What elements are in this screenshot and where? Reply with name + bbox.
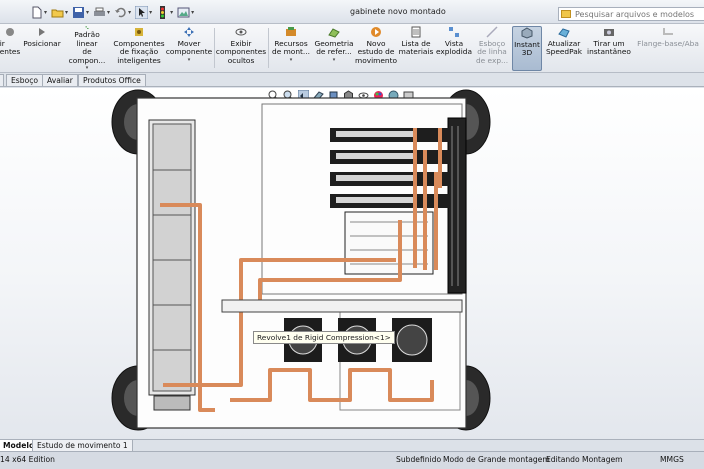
exploded-view-label: Vista explodida: [435, 39, 473, 57]
explode-line-sketch-label: Esboço de linha de exp...: [475, 39, 509, 65]
smart-fasteners-button-label: Componentes de fixação inteligentes: [113, 39, 165, 65]
radiator: [148, 119, 196, 411]
new-motion-study-label: Novo estudo de movimento: [355, 39, 397, 65]
position-button-label: Posicionar: [23, 39, 61, 48]
status-mode: Modo de Grande montagem: [443, 455, 550, 464]
base-flange-icon: [663, 28, 673, 35]
status-editing: Editando Montagem: [546, 455, 623, 464]
take-snapshot-label: Tirar um instantâneo: [587, 39, 631, 57]
chevron-down-icon[interactable]: ▾: [170, 9, 173, 16]
snapshot-icon: [604, 29, 614, 36]
explode-line-sketch-button[interactable]: Esboço de linha de exp...: [474, 26, 510, 71]
chevron-down-icon[interactable]: ▾: [107, 9, 110, 16]
tab-evaluate[interactable]: Avaliar: [42, 74, 78, 86]
new-document-icon[interactable]: [30, 6, 43, 19]
update-speedpak-label: Atualizar SpeedPak: [545, 39, 583, 57]
bill-of-materials-label: Lista de materiais: [398, 39, 434, 57]
status-units[interactable]: MMGS: [660, 455, 684, 464]
separator: [268, 28, 269, 68]
show-hidden-icon: [235, 28, 247, 36]
chevron-down-icon[interactable]: ▾: [86, 9, 89, 16]
show-hidden-components-label: Exibir componentes ocultos: [215, 39, 267, 65]
print-icon[interactable]: [93, 6, 106, 19]
search-box[interactable]: [558, 7, 704, 21]
linear-pattern-button-label: Padrão linear de compon...: [68, 30, 106, 65]
status-edition: 14 x64 Edition: [0, 455, 55, 464]
status-definition: Subdefinido: [396, 455, 442, 464]
show-hidden-components-button[interactable]: Exibir componentes ocultos: [216, 26, 266, 71]
chevron-down-icon[interactable]: ▾: [290, 57, 293, 63]
instant3d-label: Instant 3D: [514, 40, 540, 58]
save-icon[interactable]: [72, 6, 85, 19]
chevron-down-icon[interactable]: ▾: [188, 57, 191, 63]
assembly-model[interactable]: [0, 88, 704, 439]
mate-button-label: ir entes: [0, 39, 21, 57]
traffic-light-icon[interactable]: [156, 5, 169, 19]
take-snapshot-button[interactable]: Tirar um instantâneo: [585, 26, 633, 71]
reference-geometry-icon: [328, 28, 340, 38]
undo-icon[interactable]: [114, 6, 127, 19]
status-bar: 14 x64 Edition Subdefinido Modo de Grand…: [0, 451, 704, 469]
chevron-down-icon[interactable]: ▾: [191, 9, 194, 16]
chevron-down-icon[interactable]: ▾: [86, 65, 89, 71]
base-flange-label: Flange-base/Aba: [637, 39, 699, 48]
command-manager: ir entes Posicionar Padrão linear de com…: [0, 24, 704, 73]
open-folder-icon[interactable]: [51, 6, 64, 19]
smart-fasteners-icon: [135, 28, 143, 36]
bill-of-materials-button[interactable]: Lista de materiais: [398, 26, 434, 71]
chevron-down-icon[interactable]: ▾: [65, 9, 68, 16]
separator: [214, 28, 215, 68]
select-pointer-icon[interactable]: [135, 5, 149, 19]
base-flange-button[interactable]: Flange-base/Aba: [634, 26, 702, 71]
cpu-block-area: [344, 211, 434, 275]
graphics-area[interactable]: Revolve1 de Rigid Compression<1>: [0, 88, 704, 439]
move-icon: [184, 27, 194, 37]
search-input[interactable]: [575, 9, 695, 19]
assembly-features-icon: [286, 27, 296, 36]
instant3d-button[interactable]: Instant 3D: [512, 26, 542, 71]
assembly-features-label: Recursos de mont...: [272, 39, 310, 57]
speedpak-icon: [558, 28, 570, 38]
exploded-view-icon: [449, 27, 459, 37]
linear-pattern-icon: [85, 26, 89, 30]
folder-icon: [561, 10, 571, 18]
title-bar: ▾ ▾ ▾ ▾ ▾ ▾ ▾ ▾ gabinete novo montado: [0, 0, 704, 24]
tab-clipped[interactable]: [0, 74, 4, 86]
file-properties-icon[interactable]: [177, 6, 190, 19]
new-motion-study-button[interactable]: Novo estudo de movimento: [355, 26, 397, 71]
shelf: [221, 299, 463, 313]
tab-office-products[interactable]: Produtos Office: [78, 74, 146, 86]
reference-geometry-label: Geometria de refer...: [314, 39, 354, 57]
motion-study-icon: [371, 27, 381, 37]
reference-geometry-button[interactable]: Geometria de refer... ▾: [312, 26, 356, 71]
move-component-icon: [39, 28, 45, 36]
bill-of-materials-icon: [411, 26, 421, 38]
instant3d-icon: [521, 27, 533, 39]
chevron-down-icon[interactable]: ▾: [333, 57, 336, 63]
linear-pattern-button[interactable]: Padrão linear de compon... ▾: [63, 26, 111, 71]
explode-line-sketch-icon: [486, 26, 498, 38]
chevron-down-icon[interactable]: ▾: [44, 9, 47, 16]
bottom-tabs: Modelo Estudo de movimento 1: [0, 439, 704, 452]
exploded-view-button[interactable]: Vista explodida: [436, 26, 472, 71]
update-speedpak-button[interactable]: Atualizar SpeedPak: [544, 26, 584, 71]
position-button[interactable]: Posicionar: [22, 26, 62, 71]
move-component-button[interactable]: Mover componente ▾: [166, 26, 212, 71]
mate-icon: [6, 28, 14, 36]
assembly-features-button[interactable]: Recursos de mont... ▾: [270, 26, 312, 71]
document-title: gabinete novo montado: [350, 7, 446, 16]
quick-access-toolbar: ▾ ▾ ▾ ▾ ▾ ▾ ▾ ▾: [30, 5, 198, 19]
tab-sketch[interactable]: Esboço: [6, 74, 44, 86]
command-manager-tabs: Esboço Avaliar Produtos Office: [0, 73, 704, 87]
chevron-down-icon[interactable]: ▾: [128, 9, 131, 16]
smart-fasteners-button[interactable]: Componentes de fixação inteligentes: [113, 26, 165, 71]
move-component-button-label: Mover componente: [165, 39, 213, 57]
chevron-down-icon[interactable]: ▾: [149, 9, 152, 16]
mate-button[interactable]: ir entes: [0, 26, 20, 71]
hover-tooltip: Revolve1 de Rigid Compression<1>: [253, 331, 395, 344]
